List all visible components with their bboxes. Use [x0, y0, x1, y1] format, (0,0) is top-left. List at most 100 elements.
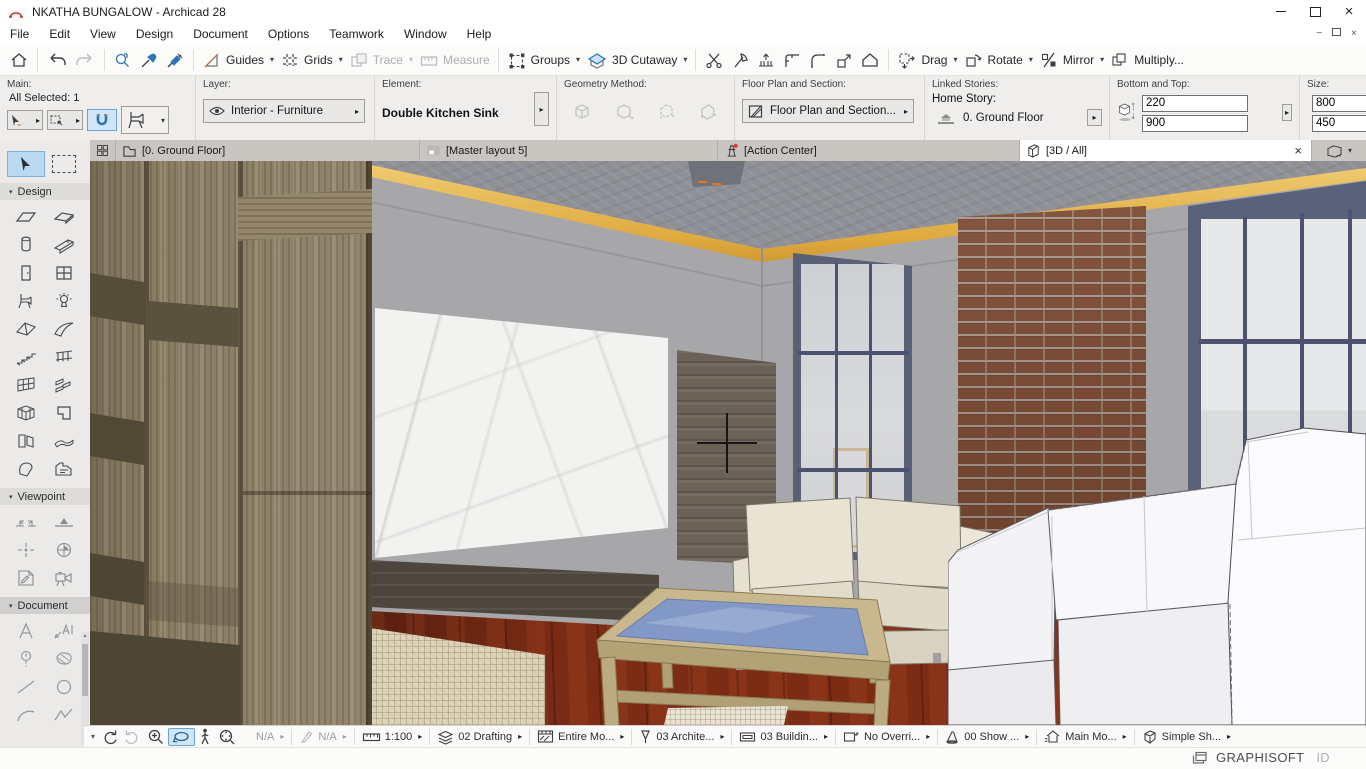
- toolbox-wall-tool[interactable]: [7, 204, 45, 230]
- toolbox-shell-tool[interactable]: [45, 316, 83, 342]
- doc-restore-button[interactable]: [1327, 28, 1346, 39]
- grids-button[interactable]: Grids▾: [277, 49, 346, 71]
- graphic-override-combo[interactable]: No Overri...▸: [840, 729, 933, 744]
- bottomtop-flyout-button[interactable]: ▸: [1282, 104, 1292, 121]
- adjust-to-slabs-button[interactable]: [857, 49, 883, 71]
- toolbox-design-header[interactable]: ▾Design: [0, 183, 90, 200]
- redo-button[interactable]: [71, 49, 99, 71]
- guides-button[interactable]: Guides▾: [199, 49, 277, 71]
- measure-button[interactable]: Measure: [416, 49, 493, 71]
- trim-button[interactable]: [753, 49, 779, 71]
- toolbox-morph-tool[interactable]: [7, 456, 45, 482]
- view-back-button[interactable]: [98, 729, 121, 745]
- toolbox-arc-tool[interactable]: [7, 702, 45, 728]
- toolbox-stair-tool[interactable]: [7, 344, 45, 370]
- home-button[interactable]: [6, 49, 32, 71]
- toolbox-arrow-tool[interactable]: [7, 151, 45, 177]
- layer-combination-combo[interactable]: 02 Drafting▸: [434, 729, 525, 745]
- floorplan-settings-button[interactable]: Floor Plan and Section... ▸: [742, 99, 914, 123]
- toolbox-viewpoint-header[interactable]: ▾Viewpoint: [0, 488, 90, 505]
- toolbox-drawing-tool[interactable]: [7, 646, 45, 672]
- menu-help[interactable]: Help: [457, 25, 502, 43]
- size-width-input[interactable]: [1312, 95, 1366, 112]
- toolbox-opening-tool[interactable]: [7, 428, 45, 454]
- object-settings-button[interactable]: ▾: [121, 106, 169, 134]
- menu-options[interactable]: Options: [258, 25, 319, 43]
- menu-file[interactable]: File: [0, 25, 39, 43]
- toolbox-worksheet-tool[interactable]: [7, 565, 45, 591]
- toolbox-louver-tool[interactable]: [45, 372, 83, 398]
- intersect-button[interactable]: [779, 49, 805, 71]
- toolbox-document-header[interactable]: ▾Document: [0, 597, 90, 614]
- menu-window[interactable]: Window: [394, 25, 457, 43]
- menu-teamwork[interactable]: Teamwork: [319, 25, 394, 43]
- bottom-elevation-input[interactable]: [1142, 115, 1248, 132]
- toolbox-window-tool[interactable]: [45, 260, 83, 286]
- doc-minimize-button[interactable]: −: [1311, 28, 1327, 39]
- close-button[interactable]: ×: [1332, 2, 1366, 22]
- toolbox-detail-tool[interactable]: [45, 537, 83, 563]
- scrollbar-thumb[interactable]: [82, 644, 88, 696]
- element-flyout-button[interactable]: ▸: [534, 92, 549, 126]
- doc-close-button[interactable]: ×: [1346, 28, 1362, 39]
- multiply-button[interactable]: Multiply...: [1107, 49, 1187, 71]
- inject-parameters-button[interactable]: [162, 49, 188, 71]
- pickup-parameters-button[interactable]: [136, 49, 162, 71]
- tab-list-button[interactable]: ▾: [1312, 140, 1366, 161]
- arrow-tool-flyout-button[interactable]: ▸: [7, 110, 43, 130]
- drag-button[interactable]: Drag▾: [894, 49, 960, 71]
- toolbox-roof-tool[interactable]: [7, 316, 45, 342]
- tab-3d-all[interactable]: [3D / All] ×: [1020, 140, 1312, 161]
- groups-button[interactable]: Groups▾: [504, 49, 583, 71]
- toolbox-elevation-tool[interactable]: [45, 509, 83, 535]
- menu-design[interactable]: Design: [126, 25, 183, 43]
- minimize-button[interactable]: [1264, 2, 1298, 22]
- toolbox-curtain-wall-tool[interactable]: [7, 372, 45, 398]
- split-button[interactable]: [701, 49, 727, 71]
- renovation-filter-combo[interactable]: N/A▸: [253, 731, 287, 743]
- toolbox-polyline-tool[interactable]: [45, 702, 83, 728]
- toolbox-door-tool[interactable]: [7, 260, 45, 286]
- find-select-button[interactable]: [110, 49, 136, 71]
- tab-ground-floor[interactable]: [0. Ground Floor]: [116, 140, 420, 161]
- orbit-button[interactable]: [168, 728, 195, 746]
- menu-view[interactable]: View: [80, 25, 126, 43]
- magnet-toggle-button[interactable]: [87, 109, 117, 131]
- scroll-up-button[interactable]: ▴: [81, 632, 89, 640]
- menu-edit[interactable]: Edit: [39, 25, 80, 43]
- toolbox-beam-tool[interactable]: [45, 232, 83, 258]
- adjust-button[interactable]: [727, 49, 753, 71]
- toolbox-interior-elevation-tool[interactable]: [7, 537, 45, 563]
- pen-set-combo[interactable]: 03 Archite...▸: [636, 729, 727, 745]
- toolbox-slab-tool[interactable]: [45, 204, 83, 230]
- quickbar-collapse-button[interactable]: ▾: [88, 732, 98, 741]
- model-view-combo[interactable]: Entire Mo...▸: [534, 729, 627, 744]
- resize-button[interactable]: [831, 49, 857, 71]
- scale-combo[interactable]: 1:100▸: [359, 730, 426, 744]
- top-offset-input[interactable]: [1142, 95, 1248, 112]
- toolbox-corner-panel-tool[interactable]: [45, 400, 83, 426]
- toolbox-mesh-tool[interactable]: [45, 428, 83, 454]
- zoom-in-button[interactable]: [144, 728, 168, 745]
- walk-mode-button[interactable]: [195, 728, 215, 745]
- fillet-button[interactable]: [805, 49, 831, 71]
- shadow-combo[interactable]: Simple Sh...▸: [1139, 729, 1234, 744]
- toolbox-section-tool[interactable]: [7, 509, 45, 535]
- dimensions-combo[interactable]: 03 Buildin...▸: [736, 730, 831, 744]
- mirror-button[interactable]: Mirror▾: [1036, 49, 1107, 71]
- size-height-input[interactable]: [1312, 115, 1366, 132]
- tab-overview-button[interactable]: [90, 140, 116, 161]
- trace-button[interactable]: Trace▾: [346, 49, 416, 71]
- rotate-button[interactable]: Rotate▾: [960, 49, 1035, 71]
- tab-master-layout[interactable]: [Master layout 5]: [420, 140, 718, 161]
- 3d-viewport[interactable]: [90, 161, 1366, 725]
- undo-button[interactable]: [43, 49, 71, 71]
- toolbox-column-tool[interactable]: [7, 232, 45, 258]
- tab-action-center[interactable]: [Action Center]: [718, 140, 1020, 161]
- home-story-flyout-button[interactable]: ▸: [1087, 109, 1102, 126]
- toolbox-railing-tool[interactable]: [45, 344, 83, 370]
- toolbox-lamp-tool[interactable]: [45, 288, 83, 314]
- toolbox-line-tool[interactable]: [7, 674, 45, 700]
- structure-display-combo[interactable]: Main Mo...▸: [1041, 729, 1129, 744]
- tab-close-button[interactable]: ×: [1291, 143, 1305, 158]
